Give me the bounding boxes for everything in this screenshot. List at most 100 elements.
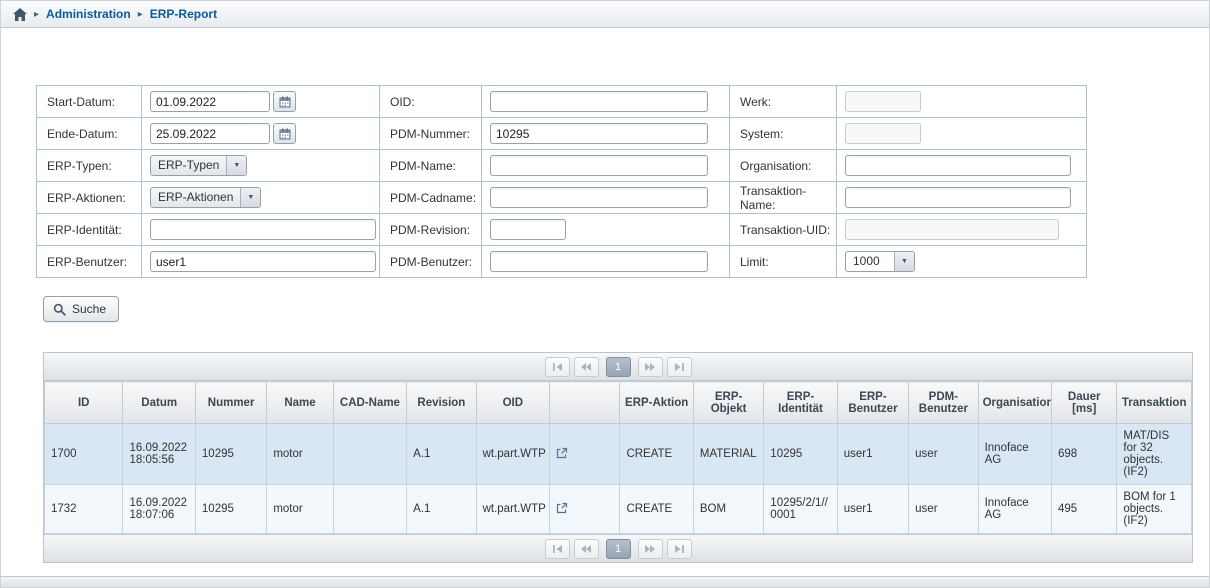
filter-panel: Start-Datum: OID: Werk: Ende-Datum:	[36, 85, 1087, 278]
column-header-revision: Revision	[407, 382, 476, 424]
ende-datum-label: Ende-Datum:	[37, 118, 142, 150]
first-page-button[interactable]	[545, 357, 570, 377]
header-row: ID Datum Nummer Name CAD-Name Revision O…	[45, 382, 1192, 424]
prev-page-button[interactable]	[574, 539, 599, 559]
erp-typen-label: ERP-Typen:	[37, 150, 142, 182]
column-header-pdm-benutzer: PDM-Benutzer	[909, 382, 978, 424]
cell-pdm-benutzer: user	[909, 485, 978, 534]
pdm-cadname-label: PDM-Cadname:	[380, 182, 482, 214]
breadcrumb-separator-icon: ▸	[34, 9, 39, 20]
breadcrumb-administration[interactable]: Administration	[46, 7, 131, 21]
oid-label: OID:	[380, 86, 482, 118]
home-icon[interactable]	[13, 8, 27, 21]
cell-name: motor	[267, 485, 333, 534]
calendar-button[interactable]	[273, 91, 296, 112]
cell-dauer: 698	[1052, 424, 1117, 485]
next-page-button[interactable]	[638, 539, 663, 559]
pdm-revision-label: PDM-Revision:	[380, 214, 482, 246]
column-header-oid: OID	[476, 382, 549, 424]
external-link-icon[interactable]	[556, 505, 568, 517]
cell-organisation: Innoface AG	[978, 424, 1051, 485]
cell-pdm-benutzer: user	[909, 424, 978, 485]
transaktion-uid-input	[845, 219, 1059, 240]
organisation-label: Organisation:	[730, 150, 837, 182]
werk-input	[845, 91, 921, 112]
last-page-button[interactable]	[667, 539, 692, 559]
cell-dauer: 495	[1052, 485, 1117, 534]
cell-transaktion: BOM for 1 objects. (IF2)	[1117, 485, 1192, 534]
system-label: System:	[730, 118, 837, 150]
column-header-organisation: Organisation	[978, 382, 1051, 424]
column-header-name: Name	[267, 382, 333, 424]
pdm-revision-input[interactable]	[490, 219, 566, 240]
page-number-button[interactable]: 1	[606, 539, 631, 559]
ende-datum-input[interactable]	[150, 123, 270, 144]
cell-erp-identitaet: 10295/2/1//0001	[764, 485, 837, 534]
search-button[interactable]: Suche	[43, 296, 119, 322]
cell-oid-link	[550, 424, 620, 485]
column-header-nummer: Nummer	[195, 382, 266, 424]
column-header-id: ID	[45, 382, 123, 424]
chevron-down-icon: ▼	[247, 194, 254, 201]
erp-aktionen-select[interactable]: ERP-Aktionen ▼	[150, 187, 261, 208]
cell-erp-benutzer: user1	[837, 485, 908, 534]
limit-label: Limit:	[730, 246, 837, 278]
external-link-icon[interactable]	[556, 450, 568, 462]
search-icon	[53, 303, 66, 316]
column-header-erp-benutzer: ERP-Benutzer	[837, 382, 908, 424]
pdm-nummer-input[interactable]	[490, 123, 708, 144]
column-header-dauer: Dauer [ms]	[1052, 382, 1117, 424]
page-number-button[interactable]: 1	[606, 357, 631, 377]
cell-nummer: 10295	[195, 485, 266, 534]
transaktion-name-input[interactable]	[845, 187, 1071, 208]
pdm-name-input[interactable]	[490, 155, 708, 176]
prev-page-button[interactable]	[574, 357, 599, 377]
erp-identitaet-label: ERP-Identität:	[37, 214, 142, 246]
column-header-erp-aktion: ERP-Aktion	[620, 382, 693, 424]
calendar-button[interactable]	[273, 123, 296, 144]
results-grid: ID Datum Nummer Name CAD-Name Revision O…	[44, 381, 1192, 534]
limit-select[interactable]: 1000 ▼	[845, 251, 915, 272]
bottom-bar	[1, 576, 1209, 587]
organisation-input[interactable]	[845, 155, 1071, 176]
transaktion-name-label: Transaktion-Name:	[730, 182, 837, 214]
erp-typen-select[interactable]: ERP-Typen ▼	[150, 155, 247, 176]
first-page-button[interactable]	[545, 539, 570, 559]
column-header-transaktion: Transaktion	[1117, 382, 1192, 424]
cell-erp-objekt: BOM	[693, 485, 763, 534]
cell-datum: 16.09.2022 18:07:06	[123, 485, 195, 534]
next-page-button[interactable]	[638, 357, 663, 377]
breadcrumb-erp-report[interactable]: ERP-Report	[150, 7, 217, 21]
erp-benutzer-input[interactable]	[150, 251, 376, 272]
cell-revision: A.1	[407, 485, 476, 534]
chevron-down-icon: ▼	[233, 162, 240, 169]
table-row[interactable]: 1700 16.09.2022 18:05:56 10295 motor A.1…	[45, 424, 1192, 485]
oid-input[interactable]	[490, 91, 708, 112]
start-datum-input[interactable]	[150, 91, 270, 112]
pdm-benutzer-input[interactable]	[490, 251, 708, 272]
breadcrumb-bar: ▸ Administration ▸ ERP-Report	[1, 1, 1209, 28]
erp-benutzer-label: ERP-Benutzer:	[37, 246, 142, 278]
cell-transaktion: MAT/DIS for 32 objects. (IF2)	[1117, 424, 1192, 485]
chevron-down-icon: ▼	[901, 258, 908, 265]
cell-id: 1732	[45, 485, 123, 534]
search-button-label: Suche	[72, 302, 106, 316]
table-row[interactable]: 1732 16.09.2022 18:07:06 10295 motor A.1…	[45, 485, 1192, 534]
calendar-icon	[279, 96, 291, 108]
cell-erp-benutzer: user1	[837, 424, 908, 485]
cell-id: 1700	[45, 424, 123, 485]
cell-oid: wt.part.WTP	[476, 424, 549, 485]
column-header-erp-objekt: ERP-Objekt	[693, 382, 763, 424]
paginator-top: 1	[44, 353, 1192, 381]
calendar-icon	[279, 128, 291, 140]
cell-cad-name	[333, 424, 406, 485]
erp-identitaet-input[interactable]	[150, 219, 376, 240]
werk-label: Werk:	[730, 86, 837, 118]
start-datum-label: Start-Datum:	[37, 86, 142, 118]
pdm-cadname-input[interactable]	[490, 187, 708, 208]
erp-aktionen-label: ERP-Aktionen:	[37, 182, 142, 214]
pdm-nummer-label: PDM-Nummer:	[380, 118, 482, 150]
last-page-button[interactable]	[667, 357, 692, 377]
erp-report-page: ▸ Administration ▸ ERP-Report Start-Datu…	[0, 0, 1210, 588]
column-header-erp-identitaet: ERP-Identität	[764, 382, 837, 424]
